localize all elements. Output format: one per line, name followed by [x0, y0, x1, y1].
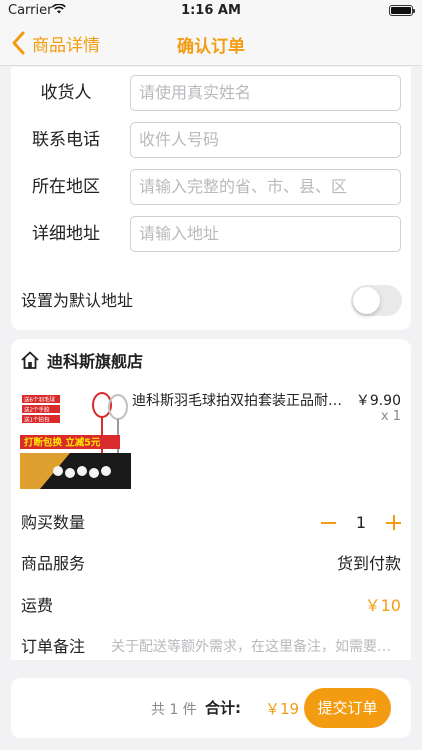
- product-price: ￥9.90: [355, 393, 401, 409]
- submit-order-button[interactable]: 提交订单: [304, 688, 391, 728]
- shipping-row: 运费 ￥10: [21, 594, 401, 618]
- promo-line-2: 送2个手胶: [24, 406, 50, 414]
- shipping-fee: ￥10: [364, 596, 401, 615]
- total-label: 合计:: [205, 699, 241, 717]
- store-home-icon: [21, 351, 39, 369]
- default-address-toggle[interactable]: [351, 285, 402, 316]
- region-input[interactable]: 请输入完整的省、市、县、区: [130, 169, 401, 205]
- shipping-label: 运费: [21, 596, 54, 615]
- region-row: 所在地区 请输入完整的省、市、县、区: [11, 169, 411, 205]
- store-header[interactable]: 迪科斯旗舰店: [20, 349, 143, 371]
- order-card: 迪科斯旗舰店 送6个羽毛球 送2个手胶 送1个拍包 打断包换 立减5元 迪科斯羽…: [11, 339, 411, 660]
- service-label: 商品服务: [21, 554, 86, 573]
- promo-banner: 打断包换 立减5元: [24, 437, 101, 449]
- status-time: 1:16 AM: [181, 3, 241, 18]
- detail-address-label: 详细地址: [32, 224, 100, 244]
- product-name[interactable]: 迪科斯羽毛球拍双拍套装正品耐打超轻: [132, 390, 354, 410]
- receiver-label: 收货人: [40, 83, 92, 103]
- quantity-label: 购买数量: [21, 513, 86, 532]
- navigation-bar: 商品详情 确认订单: [0, 22, 422, 66]
- remark-label: 订单备注: [21, 637, 86, 656]
- promo-line-3: 送1个拍包: [24, 416, 50, 424]
- remark-input[interactable]: 关于配送等额外需求，在这里备注，如需要送货时间: [111, 635, 401, 659]
- phone-input[interactable]: 收件人号码: [130, 122, 401, 158]
- item-count: 共 1 件: [151, 702, 197, 718]
- battery-icon: [389, 5, 415, 16]
- product-image[interactable]: 送6个羽毛球 送2个手胶 送1个拍包 打断包换 立减5元: [20, 391, 131, 491]
- detail-address-row: 详细地址 请输入地址: [11, 216, 411, 252]
- receiver-row: 收货人 请使用真实姓名: [11, 75, 411, 111]
- quantity-row: 购买数量 1: [21, 511, 401, 535]
- detail-address-input[interactable]: 请输入地址: [130, 216, 401, 252]
- service-row: 商品服务 货到付款: [21, 552, 401, 576]
- region-label: 所在地区: [32, 177, 100, 197]
- page-title: 确认订单: [177, 37, 245, 57]
- promo-line-1: 送6个羽毛球: [24, 396, 55, 404]
- order-form-scroll[interactable]: 收货人 请使用真实姓名 联系电话 收件人号码 所在地区 请输入完整的省、市、县、…: [0, 67, 422, 660]
- receiver-input[interactable]: 请使用真实姓名: [130, 75, 401, 111]
- service-value: 货到付款: [336, 554, 401, 573]
- minus-icon[interactable]: [321, 522, 336, 524]
- toggle-knob: [353, 287, 380, 314]
- store-name: 迪科斯旗舰店: [47, 352, 144, 371]
- phone-row: 联系电话 收件人号码: [11, 122, 411, 158]
- remark-row: 订单备注 关于配送等额外需求，在这里备注，如需要送货时间: [21, 635, 401, 659]
- plus-icon[interactable]: [386, 515, 401, 530]
- phone-label: 联系电话: [32, 130, 100, 150]
- default-address-card: 设置为默认地址: [11, 275, 411, 327]
- product-quantity: x 1: [380, 409, 401, 424]
- checkout-bar: 共 1 件 合计: ￥19 提交订单: [11, 678, 411, 738]
- quantity-value: 1: [355, 513, 367, 532]
- status-bar: Carrier 1:16 AM: [0, 0, 422, 22]
- quantity-stepper: 1: [321, 511, 401, 535]
- default-address-label: 设置为默认地址: [21, 291, 134, 310]
- total-amount: ￥19: [265, 700, 300, 718]
